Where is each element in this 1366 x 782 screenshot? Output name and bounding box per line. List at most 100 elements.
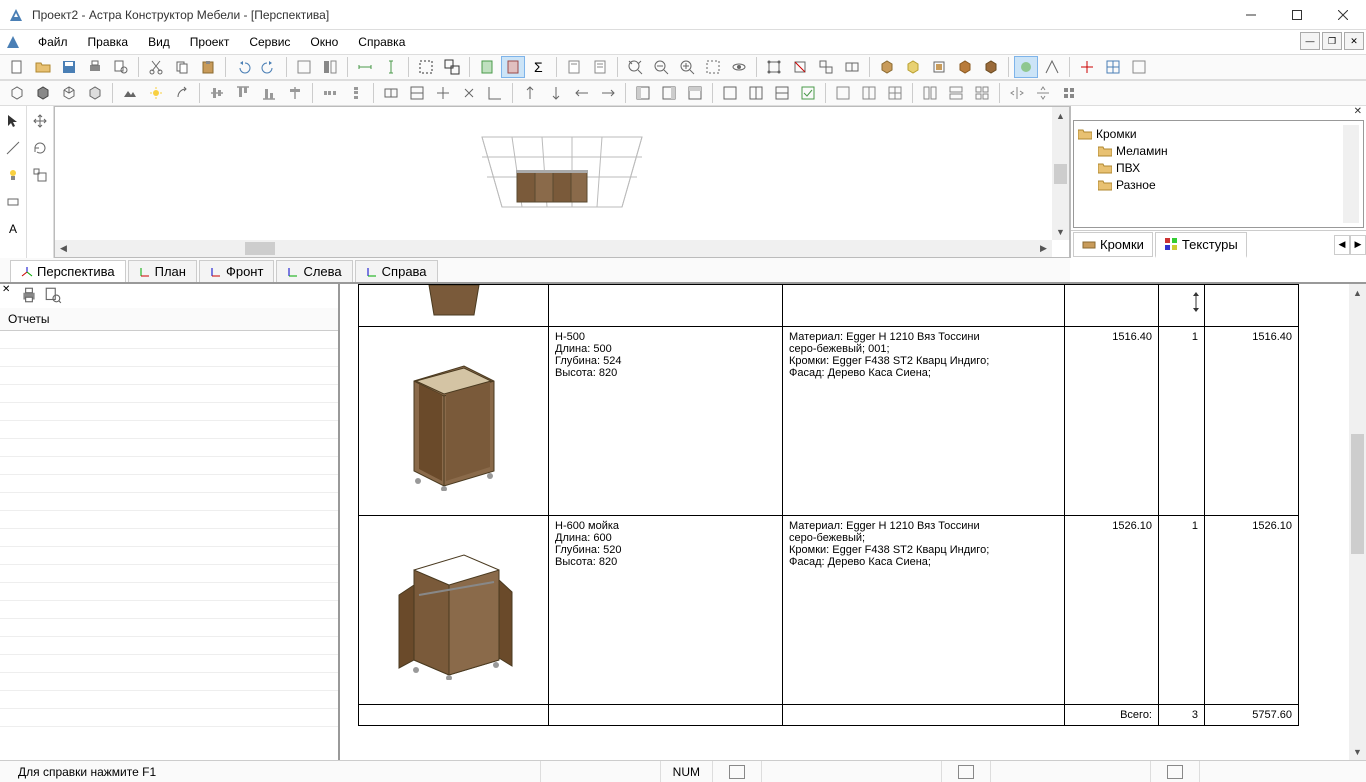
tabs-left-arrow[interactable]: ◀ — [1334, 235, 1350, 255]
tool-b-icon[interactable] — [318, 56, 342, 78]
layout-1-icon[interactable] — [831, 82, 855, 104]
sp-1-icon[interactable] — [1005, 82, 1029, 104]
preview-icon[interactable] — [109, 56, 133, 78]
box-a-icon[interactable] — [875, 56, 899, 78]
align-3-icon[interactable] — [257, 82, 281, 104]
close-button[interactable] — [1320, 0, 1366, 30]
render-b-icon[interactable] — [144, 82, 168, 104]
cube-b-icon[interactable] — [31, 82, 55, 104]
view-tab-left[interactable]: Слева — [276, 260, 352, 282]
dim-b-icon[interactable] — [379, 56, 403, 78]
tab-edges[interactable]: Кромки — [1073, 232, 1153, 257]
mdi-minimize[interactable]: — — [1300, 32, 1320, 50]
v-1-icon[interactable] — [518, 82, 542, 104]
select-arrow-icon[interactable] — [1, 108, 26, 133]
report-vscroll[interactable]: ▲ ▼ — [1349, 284, 1366, 760]
undo-icon[interactable] — [231, 56, 255, 78]
scale-tool-icon[interactable] — [28, 162, 53, 187]
sel-b-icon[interactable] — [788, 56, 812, 78]
report-list[interactable] — [0, 331, 338, 760]
save-icon[interactable] — [57, 56, 81, 78]
move-tool-icon[interactable] — [28, 108, 53, 133]
tree-scroll[interactable] — [1343, 125, 1359, 223]
mode-a-icon[interactable] — [1014, 56, 1038, 78]
redo-icon[interactable] — [257, 56, 281, 78]
sp-3-icon[interactable] — [1057, 82, 1081, 104]
report-print-icon[interactable] — [20, 286, 38, 307]
copy-icon[interactable] — [170, 56, 194, 78]
sp-2-icon[interactable] — [1031, 82, 1055, 104]
panel-1-icon[interactable] — [631, 82, 655, 104]
materials-tree[interactable]: Кромки Меламин ПВХ Разное — [1078, 125, 1339, 223]
op-1-icon[interactable] — [379, 82, 403, 104]
align-1-icon[interactable] — [205, 82, 229, 104]
report-document[interactable]: Н-500 Длина: 500 Глубина: 524 Высота: 82… — [340, 284, 1366, 760]
zoom-in-icon[interactable] — [675, 56, 699, 78]
menu-project[interactable]: Проект — [180, 32, 240, 52]
menu-service[interactable]: Сервис — [239, 32, 300, 52]
line-tool-icon[interactable] — [1, 135, 26, 160]
print-icon[interactable] — [83, 56, 107, 78]
dim-a-icon[interactable] — [353, 56, 377, 78]
grid-c-icon[interactable] — [1127, 56, 1151, 78]
mode-b-icon[interactable] — [1040, 56, 1064, 78]
layout-5-icon[interactable] — [944, 82, 968, 104]
paste-icon[interactable] — [196, 56, 220, 78]
layout-3-icon[interactable] — [883, 82, 907, 104]
cut-icon[interactable] — [144, 56, 168, 78]
w-3-icon[interactable] — [770, 82, 794, 104]
mdi-icon[interactable] — [4, 33, 22, 51]
sel-d-icon[interactable] — [840, 56, 864, 78]
cube-a-icon[interactable] — [5, 82, 29, 104]
w-2-icon[interactable] — [744, 82, 768, 104]
menu-file[interactable]: Файл — [28, 32, 78, 52]
panel-3-icon[interactable] — [683, 82, 707, 104]
sel-a-icon[interactable] — [762, 56, 786, 78]
sum-icon[interactable]: Σ — [527, 56, 551, 78]
v-4-icon[interactable] — [596, 82, 620, 104]
cube-d-icon[interactable] — [83, 82, 107, 104]
group-icon[interactable] — [414, 56, 438, 78]
op-4-icon[interactable] — [457, 82, 481, 104]
render-a-icon[interactable] — [118, 82, 142, 104]
text-tool-icon[interactable]: A — [1, 216, 26, 241]
op-2-icon[interactable] — [405, 82, 429, 104]
w-4-icon[interactable] — [796, 82, 820, 104]
layout-2-icon[interactable] — [857, 82, 881, 104]
align-4-icon[interactable] — [283, 82, 307, 104]
sel-c-icon[interactable] — [814, 56, 838, 78]
viewport-vscroll[interactable]: ▲ ▼ — [1052, 107, 1069, 240]
box-b-icon[interactable] — [901, 56, 925, 78]
report-close-icon[interactable]: ✕ — [2, 284, 10, 295]
mdi-restore[interactable]: ❐ — [1322, 32, 1342, 50]
zoom-fit-icon[interactable] — [623, 56, 647, 78]
doc-a-icon[interactable] — [562, 56, 586, 78]
op-3-icon[interactable] — [431, 82, 455, 104]
menu-edit[interactable]: Правка — [78, 32, 139, 52]
v-2-icon[interactable] — [544, 82, 568, 104]
panel-2-icon[interactable] — [657, 82, 681, 104]
box-e-icon[interactable] — [979, 56, 1003, 78]
orbit-icon[interactable] — [727, 56, 751, 78]
op-5-icon[interactable] — [483, 82, 507, 104]
view-tab-plan[interactable]: План — [128, 260, 197, 282]
layout-4-icon[interactable] — [918, 82, 942, 104]
dist-2-icon[interactable] — [344, 82, 368, 104]
mdi-close[interactable]: ✕ — [1344, 32, 1364, 50]
rotate-tool-icon[interactable] — [28, 135, 53, 160]
view-tab-right[interactable]: Справа — [355, 260, 438, 282]
zoom-out-icon[interactable] — [649, 56, 673, 78]
menu-help[interactable]: Справка — [348, 32, 415, 52]
maximize-button[interactable] — [1274, 0, 1320, 30]
w-1-icon[interactable] — [718, 82, 742, 104]
panel-close-icon[interactable]: ✕ — [1071, 106, 1366, 118]
viewport-hscroll[interactable]: ◀ ▶ — [55, 240, 1052, 257]
viewport[interactable]: Перспектива — [54, 106, 1070, 258]
calc-a-icon[interactable] — [475, 56, 499, 78]
v-3-icon[interactable] — [570, 82, 594, 104]
grid-b-icon[interactable] — [1101, 56, 1125, 78]
grid-a-icon[interactable] — [1075, 56, 1099, 78]
dist-1-icon[interactable] — [318, 82, 342, 104]
tabs-right-arrow[interactable]: ▶ — [1350, 235, 1366, 255]
rect-tool-icon[interactable] — [1, 189, 26, 214]
